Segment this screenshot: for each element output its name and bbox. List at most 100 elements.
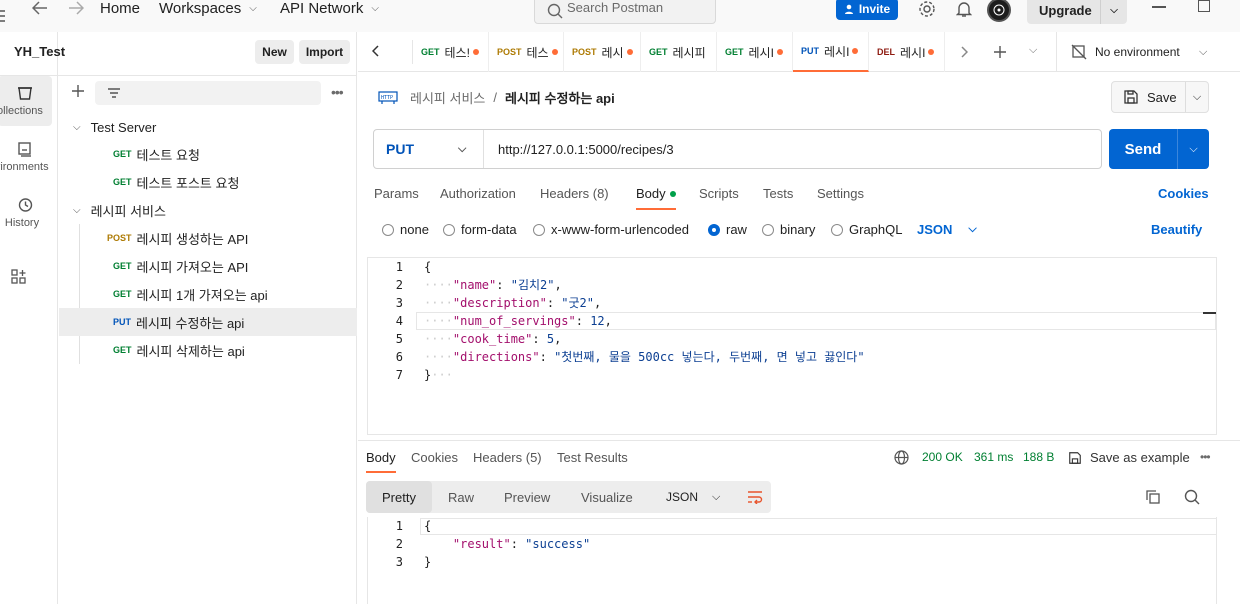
radio-urlencoded[interactable]: x-www-form-urlencoded bbox=[533, 222, 689, 237]
response-size[interactable]: 188 B bbox=[1023, 450, 1054, 464]
tree-request-item[interactable]: GET 테스트 포스트 요청 bbox=[59, 168, 357, 196]
collection-row-recipe-service[interactable]: ⌵ 레시피 서비스 bbox=[59, 196, 357, 224]
chevron-down-icon[interactable]: ⌵ bbox=[1177, 129, 1209, 169]
chevron-down-icon[interactable]: ⌵ bbox=[1100, 0, 1127, 24]
new-button[interactable]: New bbox=[255, 40, 294, 64]
code-text: "result": "success" bbox=[452, 537, 591, 551]
search-box[interactable]: Search Postman bbox=[534, 0, 716, 24]
request-tab[interactable]: GET 테스! bbox=[413, 32, 489, 72]
view-mode-preview[interactable]: Preview bbox=[504, 481, 550, 513]
tree-request-item[interactable]: GET 레시피 삭제하는 api bbox=[59, 336, 357, 364]
method-badge: GET bbox=[725, 47, 744, 57]
radio-graphql[interactable]: GraphQL bbox=[831, 222, 902, 237]
response-tab-body[interactable]: Body bbox=[366, 450, 396, 473]
globe-icon[interactable] bbox=[894, 450, 909, 465]
avatar-icon[interactable] bbox=[987, 0, 1011, 22]
tree-request-item[interactable]: POST 레시피 생성하는 API bbox=[59, 224, 357, 252]
chevron-down-icon[interactable]: ⌵ bbox=[1185, 82, 1208, 112]
radio-none[interactable]: none bbox=[382, 222, 429, 237]
add-tab-icon[interactable] bbox=[993, 45, 1007, 59]
rail-collections[interactable]: Collections bbox=[0, 76, 52, 126]
maximize-icon[interactable] bbox=[1198, 0, 1210, 12]
breadcrumb-collection[interactable]: 레시피 서비스 bbox=[410, 88, 485, 107]
tab-params[interactable]: Params bbox=[374, 186, 419, 210]
radio-form-data[interactable]: form-data bbox=[443, 222, 517, 237]
rail-history[interactable]: History bbox=[0, 188, 52, 238]
minimize-icon[interactable] bbox=[1152, 6, 1166, 8]
request-tab-active[interactable]: PUT 레시I bbox=[793, 32, 869, 72]
tree-request-item[interactable]: GET 테스트 요청 bbox=[59, 140, 357, 168]
tab-scripts[interactable]: Scripts bbox=[699, 186, 739, 210]
chevron-down-icon: ⌵ bbox=[1199, 45, 1208, 58]
view-mode-visualize[interactable]: Visualize bbox=[581, 481, 633, 513]
send-label: Send bbox=[1124, 140, 1162, 158]
tree-request-item[interactable]: GET 레시피 1개 가져오는 api bbox=[59, 280, 357, 308]
save-button[interactable]: Save ⌵ bbox=[1111, 81, 1209, 113]
tab-tests[interactable]: Tests bbox=[763, 186, 793, 210]
filter-input[interactable] bbox=[95, 81, 321, 105]
status-badge[interactable]: 200 OK bbox=[922, 450, 963, 464]
chevron-down-icon: ⌵ bbox=[458, 142, 467, 155]
view-mode-pretty[interactable]: Pretty bbox=[366, 481, 432, 513]
chevron-right-icon[interactable] bbox=[960, 46, 968, 58]
api-network-menu[interactable]: API Network ⌵ bbox=[280, 0, 379, 24]
more-icon[interactable]: ••• bbox=[1200, 450, 1211, 464]
request-name: 테스트 요청 bbox=[136, 147, 200, 163]
home-link[interactable]: Home bbox=[100, 0, 140, 24]
editor-scroll-thumb[interactable] bbox=[1203, 312, 1216, 314]
request-tab[interactable]: POST 테스 bbox=[489, 32, 564, 72]
radio-label: binary bbox=[780, 222, 816, 237]
response-tab-cookies[interactable]: Cookies bbox=[411, 450, 458, 465]
response-format-select[interactable]: JSON ⌵ bbox=[655, 481, 731, 513]
chevron-left-icon[interactable] bbox=[372, 45, 380, 57]
more-icon[interactable]: ••• bbox=[331, 84, 344, 100]
body-format-select[interactable]: JSON ⌵ bbox=[917, 222, 977, 237]
tree-toolbar: ••• bbox=[59, 76, 357, 110]
send-button[interactable]: Send ⌵ bbox=[1109, 129, 1209, 169]
line-number: 3 bbox=[395, 296, 403, 310]
add-icon[interactable] bbox=[71, 84, 85, 98]
search-icon[interactable] bbox=[1184, 489, 1200, 505]
line-number: 3 bbox=[395, 555, 403, 569]
url-input[interactable]: http://127.0.0.1:5000/recipes/3 bbox=[484, 142, 674, 157]
response-tab-headers[interactable]: Headers (5) bbox=[473, 450, 542, 465]
tab-headers[interactable]: Headers (8) bbox=[540, 186, 609, 210]
tab-settings[interactable]: Settings bbox=[817, 186, 864, 210]
tree-request-item-selected[interactable]: PUT 레시피 수정하는 api bbox=[59, 308, 357, 336]
request-tab[interactable]: GET 레시I bbox=[717, 32, 793, 72]
forward-arrow-icon[interactable] bbox=[66, 0, 86, 16]
workspace-name[interactable]: YH_Test bbox=[14, 44, 65, 59]
view-mode-raw[interactable]: Raw bbox=[448, 481, 474, 513]
request-tab[interactable]: GET 레시피 bbox=[641, 32, 717, 72]
request-tab[interactable]: POST 레시 bbox=[564, 32, 641, 72]
collection-row-test-server[interactable]: ⌵ Test Server bbox=[59, 113, 357, 141]
rail-environments[interactable]: Environments bbox=[0, 132, 52, 182]
radio-binary[interactable]: binary bbox=[762, 222, 815, 237]
copy-icon[interactable] bbox=[1145, 489, 1161, 505]
response-time[interactable]: 361 ms bbox=[974, 450, 1013, 464]
beautify-link[interactable]: Beautify bbox=[1151, 222, 1202, 237]
tab-body[interactable]: Body bbox=[636, 186, 676, 210]
request-tab[interactable]: DEL 레시I bbox=[869, 32, 945, 72]
radio-button bbox=[533, 223, 545, 236]
save-as-example-button[interactable]: Save as example bbox=[1068, 450, 1190, 465]
import-button[interactable]: Import bbox=[299, 40, 350, 64]
chevron-down-icon[interactable]: ⌵ bbox=[1029, 44, 1037, 57]
radio-raw[interactable]: raw bbox=[708, 222, 747, 237]
upgrade-button[interactable]: Upgrade ⌵ bbox=[1027, 0, 1127, 24]
workspaces-menu[interactable]: Workspaces ⌵ bbox=[159, 0, 257, 24]
menu-icon[interactable] bbox=[0, 8, 8, 24]
tab-authorization[interactable]: Authorization bbox=[440, 186, 516, 210]
gear-icon[interactable] bbox=[918, 0, 936, 18]
cookies-link[interactable]: Cookies bbox=[1158, 186, 1209, 210]
back-arrow-icon[interactable] bbox=[30, 0, 50, 16]
response-tab-test-results[interactable]: Test Results bbox=[557, 450, 628, 465]
method-select[interactable]: PUT ⌵ bbox=[374, 130, 484, 168]
wrap-lines-button[interactable] bbox=[739, 481, 771, 513]
breadcrumb-request[interactable]: 레시피 수정하는 api bbox=[505, 88, 615, 107]
invite-button[interactable]: Invite bbox=[836, 0, 898, 20]
rail-apps[interactable] bbox=[0, 252, 46, 302]
tree-request-item[interactable]: GET 레시피 가져오는 API bbox=[59, 252, 357, 280]
environment-selector[interactable]: No environment ⌵ bbox=[1056, 32, 1222, 72]
bell-icon[interactable] bbox=[955, 0, 973, 18]
